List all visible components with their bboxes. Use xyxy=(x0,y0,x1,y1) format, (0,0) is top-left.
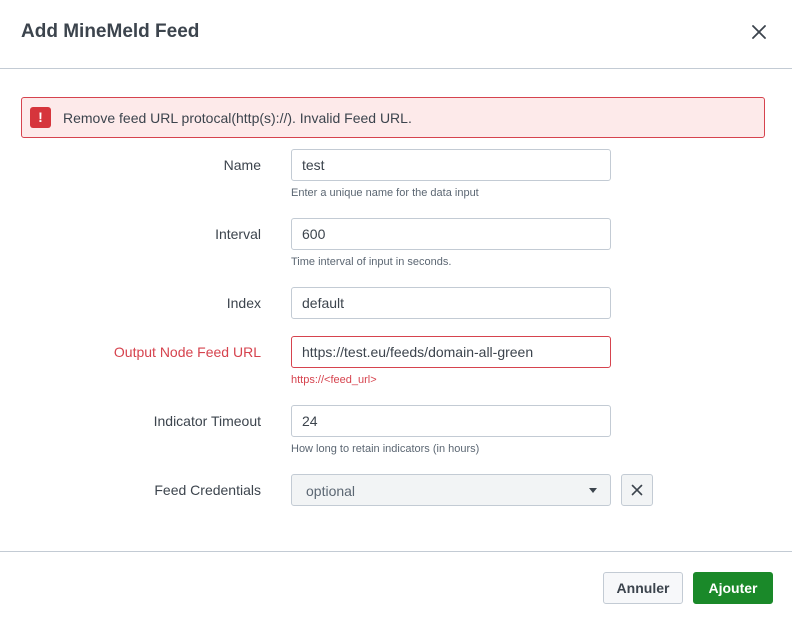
feed-url-label: Output Node Feed URL xyxy=(113,344,261,360)
error-alert: ! Remove feed URL protocal(http(s)://). … xyxy=(21,97,765,138)
interval-label: Interval xyxy=(215,226,261,242)
name-help: Enter a unique name for the data input xyxy=(291,187,479,199)
interval-help: Time interval of input in seconds. xyxy=(291,256,452,268)
feed-url-input[interactable] xyxy=(291,336,611,368)
index-label: Index xyxy=(226,295,261,311)
timeout-help: How long to retain indicators (in hours) xyxy=(291,443,480,455)
caret-down-icon xyxy=(589,488,597,493)
credentials-value: optional xyxy=(306,483,356,499)
dialog-header: Add MineMeld Feed xyxy=(0,0,792,69)
name-label: Name xyxy=(223,157,261,173)
credentials-label: Feed Credentials xyxy=(154,482,261,498)
timeout-input[interactable] xyxy=(291,405,611,437)
error-icon: ! xyxy=(30,107,51,128)
dialog-title: Add MineMeld Feed xyxy=(21,21,200,42)
error-message: Remove feed URL protocal(http(s)://). In… xyxy=(63,110,412,126)
add-feed-dialog: Add MineMeld Feed ! Remove feed URL prot… xyxy=(0,0,792,622)
close-icon xyxy=(752,25,766,39)
feed-url-help: https://<feed_url> xyxy=(291,374,377,386)
clear-credentials-button[interactable] xyxy=(621,474,653,506)
submit-button[interactable]: Ajouter xyxy=(693,572,773,604)
cancel-button[interactable]: Annuler xyxy=(603,572,683,604)
index-input[interactable] xyxy=(291,287,611,319)
clear-icon xyxy=(631,484,643,496)
close-button[interactable] xyxy=(744,18,774,46)
timeout-label: Indicator Timeout xyxy=(153,413,261,429)
name-input[interactable] xyxy=(291,149,611,181)
dialog-footer: Annuler Ajouter xyxy=(0,551,792,622)
credentials-select[interactable]: optional xyxy=(291,474,611,506)
interval-input[interactable] xyxy=(291,218,611,250)
